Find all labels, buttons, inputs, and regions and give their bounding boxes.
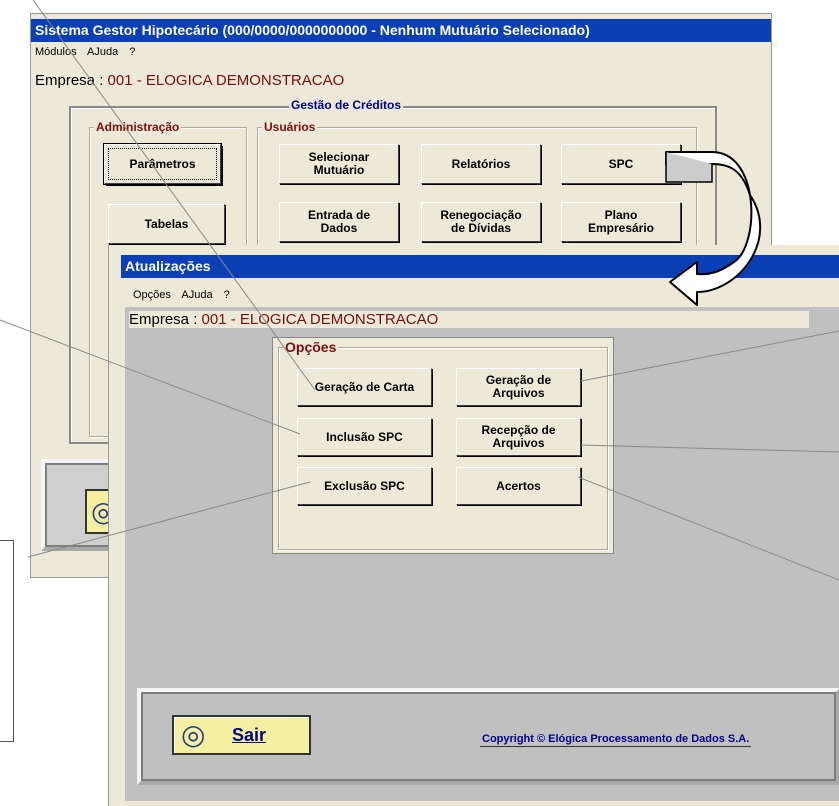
- admin-title: Administração: [94, 120, 182, 134]
- menu-help[interactable]: ?: [129, 46, 135, 58]
- sub-menu-help[interactable]: ?: [224, 289, 230, 301]
- sub-empresa-label: Empresa :: [129, 311, 198, 328]
- main-title: Sistema Gestor Hipotecário (000/0000/000…: [35, 22, 590, 38]
- exclusao-spc-button[interactable]: Exclusão SPC: [297, 467, 432, 505]
- selecionar-mutuario-button[interactable]: Selecionar Mutuário: [279, 144, 399, 184]
- gestao-title: Gestão de Créditos: [289, 98, 404, 112]
- inclusao-spc-button[interactable]: Inclusão SPC: [297, 418, 432, 456]
- sair-label: Sair: [232, 725, 267, 745]
- sair-button[interactable]: ◎ Sair: [172, 715, 311, 755]
- users-title: Usuários: [262, 120, 318, 134]
- renegociacao-button[interactable]: Renegociação de Dívidas: [421, 202, 541, 242]
- plano-empresario-button[interactable]: Plano Empresário: [561, 202, 681, 242]
- main-empresa-label: Empresa :: [35, 72, 104, 89]
- sub-title-bar: Atualizações: [121, 255, 839, 278]
- main-empresa-value: 001 - ELOGICA DEMONSTRACAO: [107, 72, 345, 89]
- sub-menu-ajuda[interactable]: AJuda: [181, 289, 212, 301]
- sub-window: Atualizações Opções AJuda ? Empresa : 00…: [108, 245, 839, 806]
- relatorios-button[interactable]: Relatórios: [421, 144, 541, 184]
- main-menu-bar: Módulos AJuda ?: [35, 44, 143, 60]
- sub-menu-bar: Opções AJuda ?: [133, 287, 238, 303]
- opcoes-title: Opções: [283, 339, 339, 355]
- recepcao-arquivos-button[interactable]: Recepção de Arquivos: [456, 418, 581, 456]
- sub-empresa-value: 001 - ELOGICA DEMONSTRACAO: [201, 311, 439, 328]
- sub-title: Atualizações: [125, 258, 211, 274]
- geracao-carta-button[interactable]: Geração de Carta: [297, 368, 432, 406]
- main-empresa: Empresa : 001 - ELOGICA DEMONSTRACAO: [35, 72, 344, 89]
- main-title-bar: Sistema Gestor Hipotecário (000/0000/000…: [31, 19, 771, 42]
- entrada-dados-button[interactable]: Entrada de Dados: [279, 202, 399, 242]
- menu-modulos[interactable]: Módulos: [35, 46, 77, 58]
- acertos-button[interactable]: Acertos: [456, 467, 581, 505]
- geracao-arquivos-button[interactable]: Geração de Arquivos: [456, 368, 581, 406]
- copyright-text: Copyright © Elógica Processamento de Dad…: [480, 733, 752, 747]
- tabelas-button[interactable]: Tabelas: [108, 204, 225, 244]
- sair-icon: ◎: [181, 719, 206, 750]
- spc-button[interactable]: SPC: [561, 144, 681, 184]
- sub-empresa: Empresa : 001 - ELOGICA DEMONSTRACAO: [129, 311, 809, 328]
- menu-ajuda[interactable]: AJuda: [87, 46, 118, 58]
- sub-menu-opcoes[interactable]: Opções: [133, 289, 171, 301]
- parametros-button[interactable]: Parâmetros: [104, 144, 221, 184]
- callout-box-left: [0, 540, 14, 742]
